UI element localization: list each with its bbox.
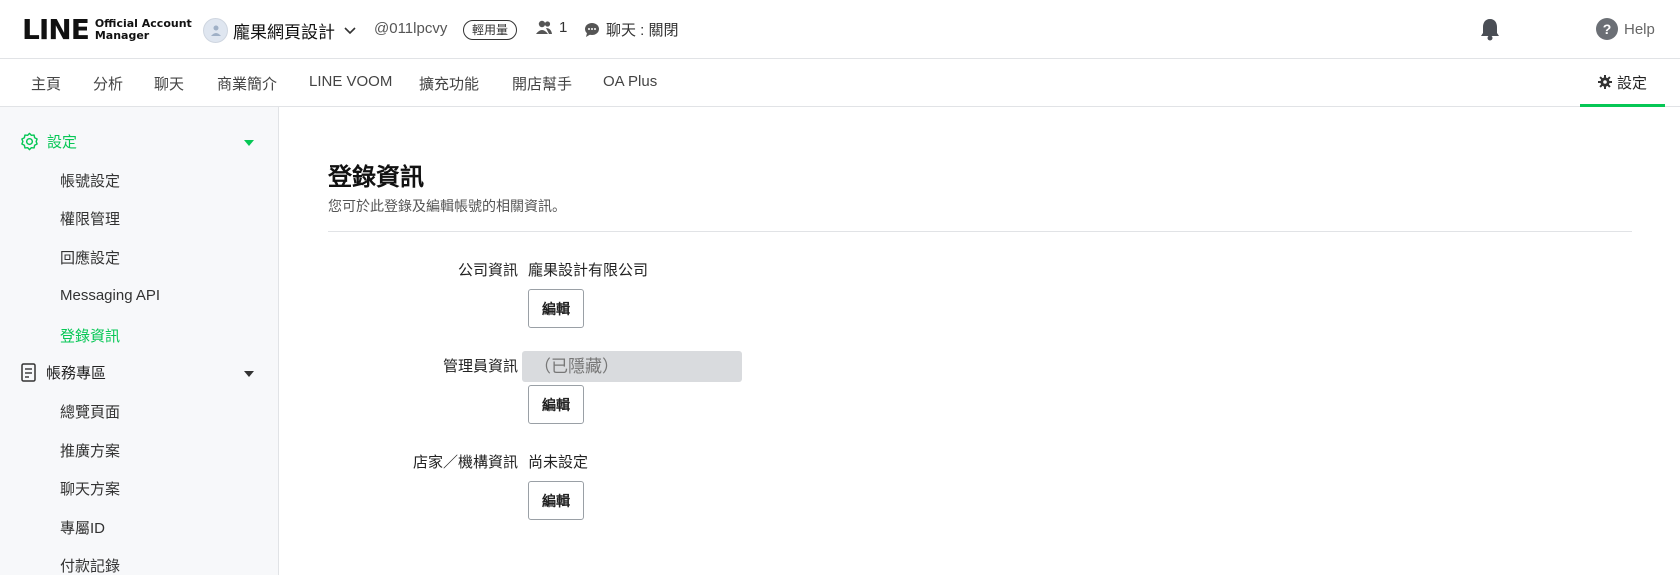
account-name: 龐果網頁設計 [233, 22, 335, 42]
sidebar-item-promotion-plan[interactable]: 推廣方案 [60, 440, 120, 461]
chat-status-text: 聊天 : 關閉 [606, 22, 679, 39]
tab-chat[interactable]: 聊天 [154, 73, 184, 94]
sidebar-item-response-settings[interactable]: 回應設定 [60, 247, 120, 268]
sidebar-item-premium-id[interactable]: 專屬ID [60, 517, 105, 538]
tab-line-voom[interactable]: LINE VOOM [309, 73, 392, 90]
line-logo[interactable]: LINE Official Account Manager [22, 14, 192, 46]
friend-count: 1 [535, 19, 567, 36]
chevron-down-icon [344, 27, 356, 35]
logo-wordmark: LINE [22, 13, 90, 46]
company-info-value: 龐果設計有限公司 [528, 262, 649, 279]
tab-oa-plus[interactable]: OA Plus [603, 73, 657, 90]
main-content: 登錄資訊 您可於此登錄及編輯帳號的相關資訊。 公司資訊 龐果設計有限公司 編輯 … [280, 107, 1680, 575]
sidebar-group-settings-label: 設定 [47, 134, 78, 151]
bell-icon[interactable] [1479, 17, 1501, 46]
tab-settings-label: 設定 [1616, 74, 1647, 92]
admin-info-hidden-value: （已隱藏） [522, 351, 742, 382]
tab-business-profile[interactable]: 商業簡介 [217, 73, 277, 94]
page-description: 您可於此登錄及編輯帳號的相關資訊。 [328, 198, 566, 214]
help-icon: ? [1596, 18, 1618, 40]
usage-badge: 輕用量 [463, 20, 518, 40]
tab-shop-helper[interactable]: 開店幫手 [512, 73, 572, 94]
gear-icon [21, 132, 38, 151]
tab-analytics[interactable]: 分析 [93, 73, 123, 94]
tab-settings[interactable]: 設定 [1580, 60, 1665, 107]
tab-extensions[interactable]: 擴充功能 [419, 73, 479, 94]
edit-store-info-button[interactable]: 編輯 [528, 481, 584, 520]
account-id: @011lpcvy [374, 20, 448, 37]
admin-info-label: 管理員資訊 [442, 358, 518, 375]
sidebar-item-registration-info[interactable]: 登錄資訊 [60, 325, 120, 346]
help-label: Help [1624, 20, 1655, 38]
page-title: 登錄資訊 [328, 164, 424, 191]
friend-count-value: 1 [559, 19, 568, 36]
user-avatar-icon [203, 17, 228, 43]
edit-company-info-button[interactable]: 編輯 [528, 289, 584, 328]
edit-admin-info-button[interactable]: 編輯 [528, 385, 584, 424]
company-info-label: 公司資訊 [457, 262, 518, 279]
logo-subtitle: Official Account Manager [95, 18, 192, 42]
account-switcher[interactable]: 龐果網頁設計 [203, 16, 357, 44]
logo-subtitle-line2: Manager [94, 29, 150, 42]
chat-bubble-icon [585, 23, 599, 37]
main-nav: 主頁 分析 聊天 商業簡介 LINE VOOM 擴充功能 開店幫手 OA Plu… [0, 60, 1680, 107]
caret-down-icon[interactable] [244, 371, 254, 377]
store-info-value: 尚未設定 [528, 454, 589, 471]
sidebar-group-settings[interactable]: 設定 [20, 131, 77, 152]
sidebar-item-messaging-api[interactable]: Messaging API [60, 287, 160, 304]
help-link[interactable]: ? Help [1596, 18, 1655, 40]
billing-icon [21, 363, 36, 382]
sidebar-item-payment-history[interactable]: 付款記錄 [60, 555, 120, 575]
gear-icon [1597, 75, 1612, 89]
top-bar: LINE Official Account Manager 龐果網頁設計 @01… [0, 0, 1680, 59]
sidebar-group-billing-label: 帳務專區 [46, 365, 107, 382]
sidebar-group-billing[interactable]: 帳務專區 [20, 362, 106, 383]
sidebar-item-account-settings[interactable]: 帳號設定 [60, 170, 120, 191]
caret-down-icon[interactable] [244, 140, 254, 146]
chat-status[interactable]: 聊天 : 關閉 [584, 19, 679, 40]
sidebar-item-permissions[interactable]: 權限管理 [60, 208, 120, 229]
store-info-label: 店家／機構資訊 [412, 454, 518, 471]
divider [328, 231, 1632, 232]
sidebar: 設定 帳號設定 權限管理 回應設定 Messaging API 登錄資訊 帳務專… [0, 107, 279, 575]
friends-icon [536, 20, 552, 34]
sidebar-item-chat-plan[interactable]: 聊天方案 [60, 478, 120, 499]
tab-home[interactable]: 主頁 [31, 73, 61, 94]
sidebar-item-overview[interactable]: 總覽頁面 [60, 401, 120, 422]
